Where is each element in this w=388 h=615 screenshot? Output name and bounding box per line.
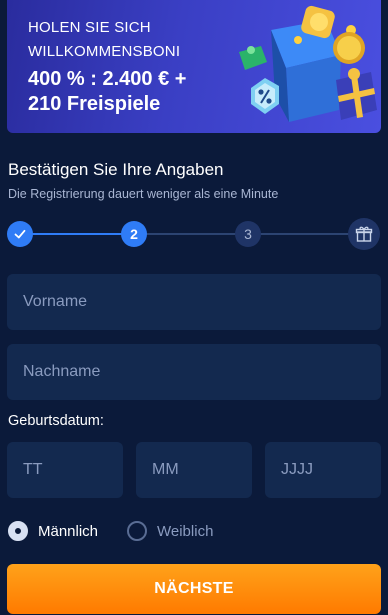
free-spins-badge-icon bbox=[333, 32, 365, 64]
birth-year-field-wrapper bbox=[265, 442, 381, 498]
green-gift-icon bbox=[239, 46, 267, 70]
birthdate-label: Geburtsdatum: bbox=[8, 413, 104, 429]
birth-month-field-wrapper bbox=[136, 442, 252, 498]
gift-icon bbox=[355, 226, 373, 242]
step-2-current: 2 bbox=[121, 221, 147, 247]
birth-day-input[interactable] bbox=[23, 461, 123, 479]
gender-option-female[interactable]: Weiblich bbox=[127, 521, 213, 541]
birth-year-input[interactable] bbox=[281, 461, 381, 479]
step-3: 3 bbox=[235, 221, 261, 247]
last-name-input[interactable] bbox=[23, 363, 381, 381]
gender-option-male[interactable]: Männlich bbox=[8, 521, 98, 541]
birth-month-input[interactable] bbox=[152, 461, 252, 479]
banner-free-spins: 210 Freispiele bbox=[28, 93, 161, 115]
purple-gift-icon bbox=[336, 68, 377, 120]
banner-bonus-amount: 400 % : 2.400 € + bbox=[28, 68, 187, 90]
form-title: Bestätigen Sie Ihre Angaben bbox=[8, 160, 224, 179]
first-name-input[interactable] bbox=[23, 293, 381, 311]
first-name-field-wrapper bbox=[7, 274, 381, 330]
female-radio[interactable] bbox=[127, 521, 147, 541]
next-button[interactable]: NÄCHSTE bbox=[7, 564, 381, 614]
male-radio[interactable] bbox=[8, 521, 28, 541]
birth-day-field-wrapper bbox=[7, 442, 123, 498]
welcome-bonus-banner[interactable]: HOLEN SIE SICH WILLKOMMENSBONI 400 % : 2… bbox=[7, 0, 381, 133]
step-final-gift bbox=[348, 218, 380, 250]
last-name-field-wrapper bbox=[7, 344, 381, 400]
banner-headline-2: WILLKOMMENSBONI bbox=[28, 43, 181, 60]
check-icon bbox=[14, 229, 26, 239]
progress-line-completed bbox=[20, 233, 135, 235]
banner-headline-1: HOLEN SIE SICH bbox=[28, 19, 151, 36]
gift-boxes-illustration bbox=[239, 5, 377, 122]
form-subtitle: Die Registrierung dauert weniger als ein… bbox=[8, 187, 279, 201]
female-label: Weiblich bbox=[157, 522, 214, 540]
step-1-completed bbox=[7, 221, 33, 247]
male-label: Männlich bbox=[38, 522, 99, 540]
